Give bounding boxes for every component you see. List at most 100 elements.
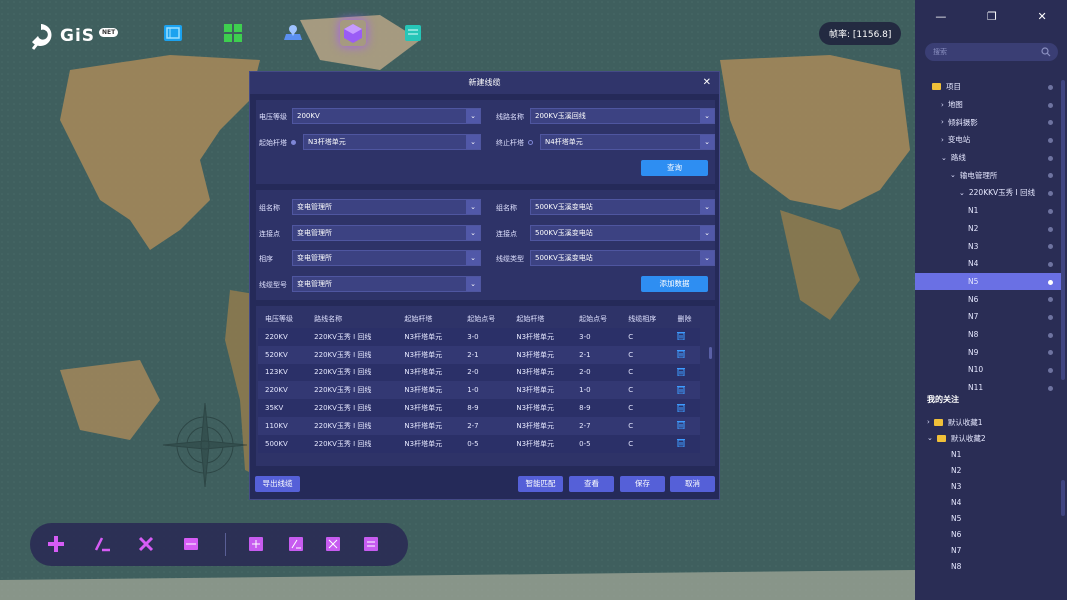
- table-row[interactable]: 110KV 220KV玉秀 I 回线 N3杆塔单元 2-7 N3杆塔单元 2-7 C: [258, 416, 700, 435]
- tree-item[interactable]: N8: [915, 326, 1063, 344]
- search-icon[interactable]: [1041, 47, 1051, 57]
- tree-item[interactable]: N5: [915, 272, 1063, 291]
- table-scrollbar[interactable]: [709, 347, 712, 359]
- dialog-close-icon[interactable]: ✕: [703, 72, 711, 94]
- phase-select[interactable]: 变电管理所 ⌄: [292, 250, 481, 266]
- visibility-dot-icon[interactable]: [1048, 173, 1053, 179]
- favorites-scrollbar[interactable]: [1061, 480, 1065, 516]
- delete-cell[interactable]: [670, 399, 700, 417]
- save-button[interactable]: 保存: [620, 476, 665, 492]
- trash-icon[interactable]: [677, 367, 686, 377]
- delete-cell[interactable]: [670, 381, 700, 400]
- tree-scrollbar[interactable]: [1061, 80, 1065, 380]
- favorite-item[interactable]: ⌄ 默认收藏2: [915, 430, 1063, 446]
- visibility-dot-icon[interactable]: [1048, 385, 1053, 391]
- favorite-item[interactable]: N3: [915, 478, 1063, 494]
- favorite-item[interactable]: N1: [915, 446, 1063, 462]
- trash-icon[interactable]: [677, 420, 686, 430]
- add-small-button[interactable]: [245, 533, 267, 555]
- visibility-dot-icon[interactable]: [1048, 120, 1053, 126]
- add-button[interactable]: [45, 533, 67, 555]
- trash-icon[interactable]: [677, 438, 686, 448]
- visibility-dot-icon[interactable]: [1048, 314, 1053, 320]
- tree-item[interactable]: N1: [915, 202, 1063, 220]
- delete-cell[interactable]: [670, 416, 700, 435]
- table-row[interactable]: 500KV 220KV玉秀 I 回线 N3杆塔单元 0-5 N3杆塔单元 0-5 C: [258, 434, 700, 453]
- favorite-item[interactable]: N6: [915, 527, 1063, 543]
- tree-item[interactable]: N3: [915, 237, 1063, 255]
- visibility-dot-icon[interactable]: [1048, 261, 1053, 267]
- favorite-item[interactable]: › 默认收藏1: [915, 414, 1063, 430]
- trash-icon[interactable]: [677, 331, 686, 341]
- visibility-dot-icon[interactable]: [1048, 350, 1053, 356]
- connection-select[interactable]: 变电管理所 ⌄: [292, 225, 481, 241]
- tree-item[interactable]: › 地图: [915, 96, 1063, 114]
- search-input[interactable]: 搜索: [925, 43, 1058, 61]
- delete-button[interactable]: [135, 533, 157, 555]
- close-icon[interactable]: ✕: [1037, 10, 1046, 23]
- tree-item[interactable]: ⌄ 输电管理所: [915, 166, 1063, 184]
- visibility-dot-icon[interactable]: [1048, 279, 1053, 285]
- trash-icon[interactable]: [677, 385, 686, 395]
- visibility-dot-icon[interactable]: [1048, 208, 1053, 214]
- group-name-select[interactable]: 变电管理所 ⌄: [292, 199, 481, 215]
- query-button[interactable]: 查询: [641, 160, 708, 176]
- end-tower-radio[interactable]: [528, 140, 533, 145]
- table-row[interactable]: 220KV 220KV玉秀 I 回线 N3杆塔单元 3-0 N3杆塔单元 3-0 C: [258, 328, 700, 346]
- list-button[interactable]: [180, 533, 202, 555]
- visibility-dot-icon[interactable]: [1048, 244, 1053, 250]
- favorite-item[interactable]: N4: [915, 494, 1063, 510]
- minimize-icon[interactable]: —: [935, 10, 946, 23]
- edit-small-button[interactable]: [285, 533, 307, 555]
- line-name-select[interactable]: 200KV玉溪回线 ⌄: [530, 108, 715, 124]
- table-row[interactable]: 220KV 220KV玉秀 I 回线 N3杆塔单元 1-0 N3杆塔单元 1-0 C: [258, 381, 700, 400]
- start-tower-radio[interactable]: [291, 140, 296, 145]
- delete-cell[interactable]: [670, 363, 700, 382]
- visibility-dot-icon[interactable]: [1048, 85, 1053, 90]
- visibility-dot-icon[interactable]: [1048, 191, 1053, 197]
- tree-item[interactable]: 项目: [915, 78, 1063, 96]
- delete-cell[interactable]: [670, 328, 700, 346]
- start-tower-select[interactable]: N3杆塔单元 ⌄: [303, 134, 481, 150]
- visibility-dot-icon[interactable]: [1048, 102, 1053, 108]
- visibility-dot-icon[interactable]: [1048, 368, 1053, 373]
- tree-item[interactable]: N10: [915, 361, 1063, 379]
- visibility-dot-icon[interactable]: [1048, 332, 1053, 338]
- delete-cell[interactable]: [670, 345, 700, 364]
- table-row[interactable]: 35KV 220KV玉秀 I 回线 N3杆塔单元 8-9 N3杆塔单元 8-9 C: [258, 399, 700, 417]
- tree-item[interactable]: › 倾斜摄影: [915, 113, 1063, 131]
- tree-item[interactable]: ⌄ 220KKV玉秀 I 回线: [915, 184, 1063, 202]
- trash-icon[interactable]: [677, 403, 686, 413]
- layers-tool-button[interactable]: [160, 20, 186, 46]
- cable-type-select[interactable]: 500KV玉溪变电站 ⌄: [530, 250, 715, 266]
- tree-item[interactable]: N7: [915, 308, 1063, 326]
- document-tool-button[interactable]: [400, 20, 426, 46]
- draw-line-button[interactable]: [91, 533, 113, 555]
- tree-item[interactable]: N6: [915, 290, 1063, 308]
- trash-icon[interactable]: [677, 349, 686, 359]
- favorite-item[interactable]: N2: [915, 462, 1063, 478]
- cube-tool-button[interactable]: [340, 20, 366, 46]
- smart-match-button[interactable]: 智能匹配: [518, 476, 563, 492]
- delete-cell[interactable]: [670, 434, 700, 453]
- favorite-item[interactable]: N7: [915, 543, 1063, 559]
- favorite-item[interactable]: N8: [915, 559, 1063, 575]
- cancel-button[interactable]: 取消: [670, 476, 715, 492]
- grid-tool-button[interactable]: [220, 20, 246, 46]
- visibility-dot-icon[interactable]: [1048, 138, 1053, 144]
- connection-select-right[interactable]: 500KV玉溪变电站 ⌄: [530, 225, 715, 241]
- table-row[interactable]: 520KV 220KV玉秀 I 回线 N3杆塔单元 2-1 N3杆塔单元 2-1 C: [258, 345, 700, 364]
- add-data-button[interactable]: 添加数据: [641, 276, 708, 292]
- tree-item[interactable]: ⌄ 路线: [915, 149, 1063, 167]
- export-cable-button[interactable]: 导出线缆: [255, 476, 300, 492]
- tree-item[interactable]: N2: [915, 220, 1063, 238]
- view-button[interactable]: 查看: [569, 476, 614, 492]
- remove-small-button[interactable]: [322, 533, 344, 555]
- visibility-dot-icon[interactable]: [1048, 226, 1053, 232]
- table-row[interactable]: 123KV 220KV玉秀 I 回线 N3杆塔单元 2-0 N3杆塔单元 2-0 C: [258, 363, 700, 382]
- favorite-item[interactable]: N5: [915, 511, 1063, 527]
- voltage-select[interactable]: 200KV ⌄: [292, 108, 481, 124]
- tree-item[interactable]: N4: [915, 255, 1063, 273]
- visibility-dot-icon[interactable]: [1048, 297, 1053, 303]
- end-tower-select[interactable]: N4杆塔单元 ⌄: [540, 134, 715, 150]
